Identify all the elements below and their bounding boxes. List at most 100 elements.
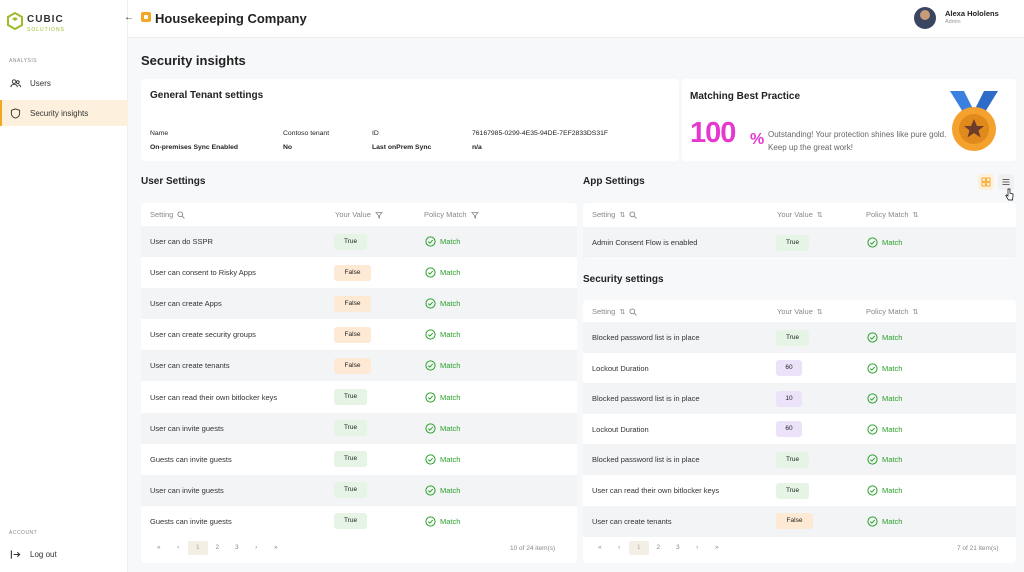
filter-icon[interactable]: [375, 211, 383, 219]
table-row[interactable]: User can read their own bitlocker keys Tr…: [141, 382, 577, 413]
pager-page-button[interactable]: 2: [208, 541, 228, 555]
sort-icon[interactable]: ⇅: [619, 308, 625, 316]
table-row[interactable]: User can invite guests True Match: [141, 412, 577, 444]
user-match-header[interactable]: Policy Match: [424, 210, 479, 219]
search-icon[interactable]: [629, 210, 637, 219]
table-row[interactable]: User can consent to Risky Apps False Match: [141, 257, 577, 288]
app-setting-header[interactable]: Setting ⇅: [592, 210, 637, 219]
pager-nav-button[interactable]: «: [590, 541, 610, 555]
header-label: Your Value: [777, 307, 813, 316]
table-row[interactable]: Guests can invite guests True Match: [141, 506, 577, 537]
table-row[interactable]: User can do SSPR True Match: [141, 226, 577, 257]
analysis-section-label: ANALYSIS: [9, 58, 38, 64]
table-row[interactable]: Lockout Duration 60 Match: [583, 414, 1016, 445]
policy-match-status: Match: [425, 391, 460, 403]
match-label: Match: [440, 299, 461, 309]
table-row[interactable]: Blocked password list is in place 10 Match: [583, 383, 1016, 415]
sec-value-header[interactable]: Your Value ⇅: [777, 307, 823, 316]
table-row[interactable]: User can create Apps False Match: [141, 288, 577, 320]
setting-name: User can create Apps: [150, 299, 222, 309]
header-label: Policy Match: [866, 210, 909, 219]
pager-page-button[interactable]: 3: [668, 541, 688, 555]
back-arrow-icon[interactable]: ←: [124, 12, 134, 23]
setting-name: Blocked password list is in place: [592, 333, 700, 342]
app-match-header[interactable]: Policy Match ⇅: [866, 210, 918, 219]
search-icon[interactable]: [177, 210, 186, 219]
user-settings-title: User Settings: [141, 176, 206, 187]
user-item-count: 10 of 24 item(s): [510, 545, 556, 552]
check-circle-icon: [425, 454, 436, 465]
filter-icon[interactable]: [470, 211, 479, 219]
search-icon[interactable]: [629, 307, 637, 316]
pager-page-button[interactable]: 1: [188, 541, 208, 555]
check-circle-icon: [867, 363, 878, 374]
pager-nav-button[interactable]: ›: [688, 541, 708, 555]
value-badge: True: [776, 234, 809, 251]
user-value-header[interactable]: Your Value: [335, 210, 383, 219]
sync-value: No: [283, 144, 293, 151]
sort-icon[interactable]: ⇅: [913, 211, 919, 219]
check-circle-icon: [425, 360, 436, 371]
table-row[interactable]: Guests can invite guests True Match: [141, 444, 577, 475]
user-name[interactable]: Alexa Hololens: [945, 9, 999, 18]
pager-page-button[interactable]: 1: [629, 541, 649, 555]
sidebar-item-security-insights[interactable]: Security insights: [0, 100, 128, 126]
sort-icon[interactable]: ⇅: [619, 211, 625, 219]
check-circle-icon: [867, 237, 878, 248]
policy-match-status: Match: [867, 393, 902, 404]
logout-button[interactable]: Log out: [0, 541, 128, 567]
pager-nav-button[interactable]: »: [707, 541, 727, 555]
user-setting-header[interactable]: Setting: [150, 210, 186, 219]
security-item-count: 7 of 21 item(s): [957, 545, 999, 552]
sidebar-item-users[interactable]: Users: [0, 70, 128, 96]
value-badge: False: [334, 357, 371, 374]
id-label: ID: [372, 130, 379, 137]
table-row[interactable]: User can invite guests True Match: [141, 474, 577, 506]
check-circle-icon: [867, 485, 878, 496]
pager-page-button[interactable]: 2: [649, 541, 669, 555]
sort-icon[interactable]: ⇅: [817, 308, 823, 316]
header-label: Your Value: [335, 210, 371, 219]
sort-icon[interactable]: ⇅: [817, 211, 823, 219]
brand-logo[interactable]: CUBIC SOLUTIONS: [6, 9, 65, 33]
sidebar: CUBIC SOLUTIONS ANALYSIS Users Security i…: [0, 0, 128, 572]
app-value-header[interactable]: Your Value ⇅: [777, 210, 823, 219]
value-badge: True: [334, 451, 367, 468]
match-label: Match: [440, 268, 461, 278]
avatar[interactable]: [914, 7, 936, 29]
last-sync-label: Last onPrem Sync: [372, 144, 432, 151]
table-row[interactable]: User can create security groups False Matc…: [141, 319, 577, 350]
table-row[interactable]: User can read their own bitlocker keys Tr…: [583, 475, 1016, 506]
value-badge: 60: [776, 360, 802, 377]
table-row[interactable]: Blocked password list is in place True Mat…: [583, 322, 1016, 353]
policy-match-status: Match: [425, 298, 460, 309]
table-row[interactable]: User can create tenants False Match: [141, 350, 577, 382]
value-badge: 60: [776, 421, 802, 438]
pager-page-button[interactable]: 3: [227, 541, 247, 555]
pager-nav-button[interactable]: ‹: [169, 541, 189, 555]
grid-icon: [981, 177, 991, 187]
pager-nav-button[interactable]: »: [266, 541, 286, 555]
pager-nav-button[interactable]: ›: [247, 541, 267, 555]
policy-match-status: Match: [425, 485, 460, 496]
table-row[interactable]: Blocked password list is in place True Mat…: [583, 444, 1016, 476]
pager-nav-button[interactable]: ‹: [610, 541, 630, 555]
grid-view-button[interactable]: [978, 174, 994, 190]
security-pagination: «‹ 1 2 3 ›»: [590, 541, 727, 555]
brand-name: CUBIC: [27, 14, 64, 25]
match-label: Match: [440, 330, 461, 340]
match-label: Match: [882, 363, 903, 373]
table-row[interactable]: Lockout Duration 60 Match: [583, 353, 1016, 384]
sec-match-header[interactable]: Policy Match ⇅: [866, 307, 918, 316]
table-row[interactable]: User can create tenants False Match: [583, 505, 1016, 537]
table-row[interactable]: Admin Consent Flow is enabled True Match: [583, 227, 1016, 258]
setting-name: User can read their own bitlocker keys: [150, 392, 278, 402]
check-circle-icon: [867, 454, 878, 465]
name-value: Contoso tenant: [283, 130, 330, 137]
match-label: Match: [440, 454, 461, 464]
pager-nav-button[interactable]: «: [149, 541, 169, 555]
check-circle-icon: [867, 424, 878, 435]
sec-setting-header[interactable]: Setting ⇅: [592, 307, 637, 316]
company-name[interactable]: Housekeeping Company: [155, 11, 307, 26]
sort-icon[interactable]: ⇅: [913, 308, 919, 316]
